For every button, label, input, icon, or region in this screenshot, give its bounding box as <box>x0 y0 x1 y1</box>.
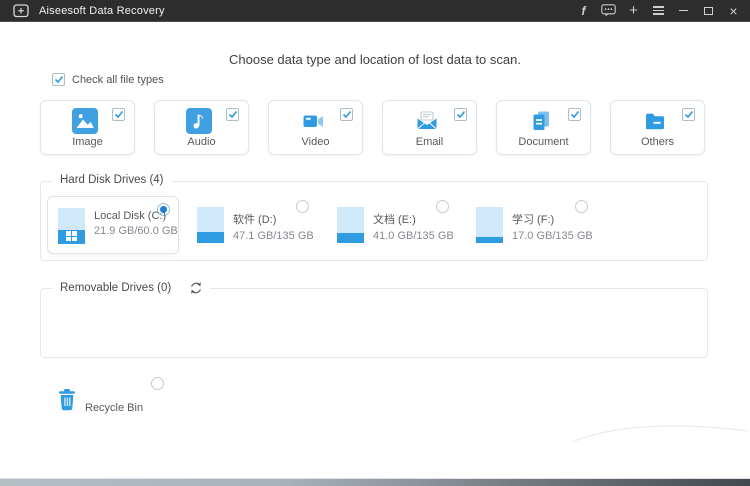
file-type-card-video[interactable]: Video <box>268 100 363 155</box>
decorative-wave <box>572 425 749 443</box>
feedback-icon[interactable] <box>596 0 621 22</box>
recycle-bin-icon <box>56 388 78 417</box>
titlebar: Aiseesoft Data Recovery f + × <box>0 0 750 22</box>
drive-d[interactable]: 软件 (D:) 47.1 GB/135 GB <box>197 200 314 251</box>
drive-f[interactable]: 学习 (F:) 17.0 GB/135 GB <box>476 200 593 251</box>
refresh-icon[interactable] <box>189 281 203 295</box>
drive-name: 学习 (F:) <box>512 214 555 226</box>
disk-icon <box>58 208 85 244</box>
email-icon <box>414 108 440 134</box>
window-title: Aiseesoft Data Recovery <box>39 4 165 17</box>
check-all-checkbox[interactable] <box>52 73 65 86</box>
hard-disk-drives-legend: Hard Disk Drives (4) <box>53 174 171 186</box>
plus-icon[interactable]: + <box>621 0 646 22</box>
drive-size: 41.0 GB/135 GB <box>373 230 454 242</box>
maximize-icon[interactable] <box>696 0 721 22</box>
close-icon[interactable]: × <box>721 0 746 22</box>
removable-drives-legend: Removable Drives (0) <box>60 282 172 294</box>
drive-name: 软件 (D:) <box>233 214 277 226</box>
removable-drives-section: Removable Drives (0) <box>40 281 708 358</box>
page-title: Choose data type and location of lost da… <box>229 52 521 67</box>
audio-icon <box>186 108 212 134</box>
disk-icon <box>337 207 364 243</box>
drive-size: 17.0 GB/135 GB <box>512 230 593 242</box>
audio-checkbox[interactable] <box>226 108 239 121</box>
facebook-icon[interactable]: f <box>571 0 596 22</box>
hard-disk-drives-section: Hard Disk Drives (4) Local Disk (C:) 21.… <box>40 174 708 261</box>
drive-name: Local Disk (C:) <box>94 210 167 222</box>
recycle-bin-label: Recycle Bin <box>85 402 144 414</box>
document-checkbox[interactable] <box>568 108 581 121</box>
file-type-card-others[interactable]: Others <box>610 100 705 155</box>
file-type-label: Document <box>518 136 569 148</box>
disk-icon <box>476 207 503 243</box>
document-icon <box>528 108 554 134</box>
drive-local-disk-c[interactable]: Local Disk (C:) 21.9 GB/60.0 GB <box>47 196 179 254</box>
menu-icon[interactable] <box>646 0 671 22</box>
email-checkbox[interactable] <box>454 108 467 121</box>
file-type-label: Video <box>301 136 330 148</box>
file-type-label: Image <box>72 136 103 148</box>
titlebar-controls: f + × <box>571 0 750 21</box>
bottom-window-edge <box>0 479 750 486</box>
folder-icon <box>642 108 668 134</box>
recycle-bin-radio[interactable] <box>151 377 164 390</box>
recycle-bin-option[interactable]: Recycle Bin <box>48 376 166 422</box>
check-all-file-types[interactable]: Check all file types <box>52 73 164 86</box>
app-logo-icon <box>13 3 29 18</box>
file-type-card-image[interactable]: Image <box>40 100 135 155</box>
file-type-card-audio[interactable]: Audio <box>154 100 249 155</box>
file-type-label: Audio <box>187 136 216 148</box>
file-type-card-email[interactable]: Email <box>382 100 477 155</box>
file-type-label: Others <box>640 136 674 148</box>
file-type-label: Email <box>415 136 444 148</box>
video-icon <box>300 108 326 134</box>
drive-size: 21.9 GB/60.0 GB <box>94 225 178 237</box>
windows-logo-icon <box>66 231 77 241</box>
others-checkbox[interactable] <box>682 108 695 121</box>
drive-size: 47.1 GB/135 GB <box>233 230 314 242</box>
video-checkbox[interactable] <box>340 108 353 121</box>
image-checkbox[interactable] <box>112 108 125 121</box>
minimize-icon[interactable] <box>671 0 696 22</box>
drive-e[interactable]: 文档 (E:) 41.0 GB/135 GB <box>337 200 454 251</box>
drive-name: 文档 (E:) <box>373 214 416 226</box>
disk-icon <box>197 207 224 243</box>
file-type-card-document[interactable]: Document <box>496 100 591 155</box>
check-all-label: Check all file types <box>72 73 164 86</box>
image-icon <box>72 108 98 134</box>
app-window: Aiseesoft Data Recovery f + × Choose dat… <box>0 0 750 486</box>
